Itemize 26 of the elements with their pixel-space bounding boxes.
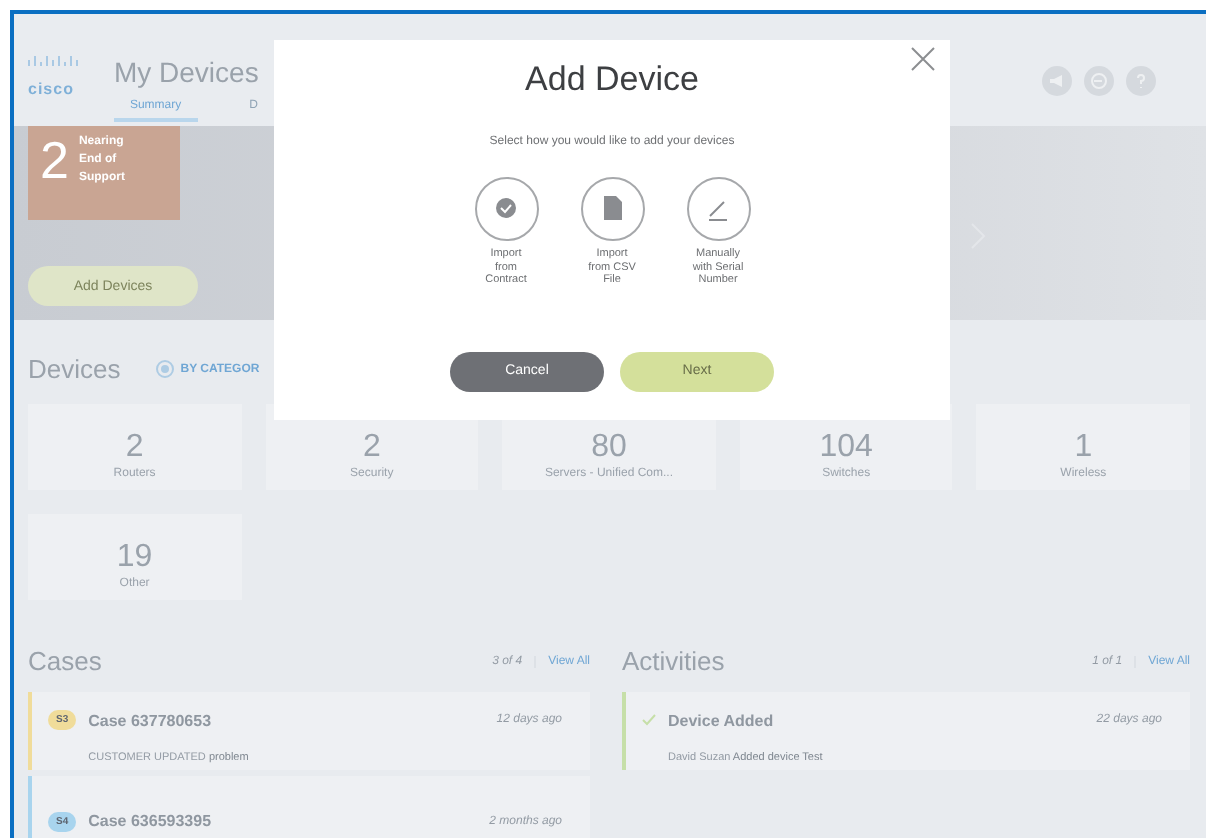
section-title: Devices bbox=[28, 354, 121, 384]
dialog-title: Add Device bbox=[525, 60, 699, 100]
alert-count: 2 bbox=[40, 134, 69, 194]
category-count: 2 bbox=[125, 432, 144, 464]
section-title: Activities bbox=[622, 646, 725, 676]
radio-icon[interactable] bbox=[156, 360, 175, 378]
logo-text: cisco bbox=[28, 80, 74, 98]
category-count: 80 bbox=[591, 432, 627, 464]
close-icon[interactable] bbox=[910, 46, 936, 72]
section-title: Cases bbox=[28, 646, 102, 676]
category-count: 19 bbox=[116, 542, 153, 574]
logout-icon[interactable] bbox=[1084, 66, 1114, 96]
page-title: My Devices bbox=[113, 56, 261, 88]
logo-bars-icon bbox=[26, 54, 82, 66]
megaphone-icon[interactable] bbox=[1042, 66, 1072, 96]
help-icon[interactable] bbox=[1126, 66, 1156, 96]
check-icon bbox=[642, 714, 656, 726]
item-title: Case 637780653 bbox=[88, 711, 214, 730]
category-count: 2 bbox=[362, 432, 381, 464]
document-icon bbox=[579, 176, 645, 242]
category-count: 104 bbox=[819, 432, 873, 464]
item-title: Device Added bbox=[668, 711, 776, 729]
badge-check-icon bbox=[473, 176, 539, 242]
category-count: 1 bbox=[1074, 432, 1093, 464]
pencil-icon bbox=[685, 176, 751, 242]
item-title: Case 636593395 bbox=[88, 812, 214, 830]
